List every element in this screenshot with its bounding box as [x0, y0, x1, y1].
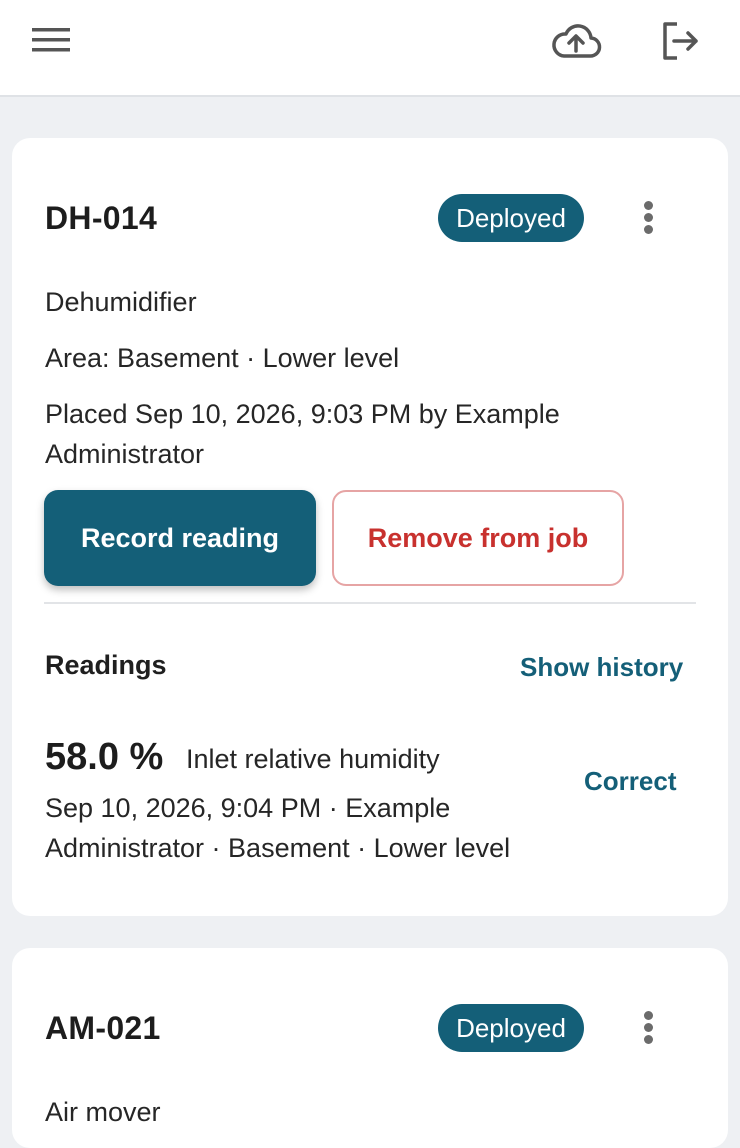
logout-icon[interactable] — [660, 20, 702, 62]
reading-meta-line2: Administrator · Basement · Lower level — [45, 833, 511, 863]
cloud-upload-icon[interactable] — [550, 22, 602, 62]
reading-meta-line1: Sep 10, 2026, 9:04 PM · Example — [45, 793, 451, 823]
status-badge: Deployed — [438, 1004, 584, 1052]
correct-reading-link[interactable]: Correct — [584, 766, 676, 797]
equipment-id: DH-014 — [45, 200, 158, 236]
show-history-link[interactable]: Show history — [520, 652, 683, 683]
equipment-type: Dehumidifier — [45, 287, 197, 317]
placed-info-line1: Placed Sep 10, 2026, 9:03 PM by Example — [45, 399, 560, 429]
top-app-bar — [0, 0, 740, 97]
equipment-id: AM-021 — [45, 1010, 161, 1046]
readings-title: Readings — [45, 650, 167, 680]
record-reading-button[interactable]: Record reading — [44, 490, 316, 586]
equipment-type: Air mover — [45, 1097, 161, 1127]
hamburger-menu-icon[interactable] — [32, 27, 72, 55]
status-badge: Deployed — [438, 194, 584, 242]
equipment-card: AM-021 Deployed Air mover — [12, 948, 728, 1148]
placed-info-line2: Administrator — [45, 439, 205, 469]
more-options-icon[interactable] — [636, 1008, 660, 1048]
equipment-area: Area: Basement · Lower level — [45, 343, 400, 373]
divider — [44, 602, 696, 604]
equipment-card: DH-014 Deployed Dehumidifier Area: Basem… — [12, 138, 728, 916]
reading-label: Inlet relative humidity — [186, 744, 440, 774]
more-options-icon[interactable] — [636, 198, 660, 238]
remove-from-job-button[interactable]: Remove from job — [332, 490, 624, 586]
reading-value: 58.0 % — [45, 736, 164, 778]
